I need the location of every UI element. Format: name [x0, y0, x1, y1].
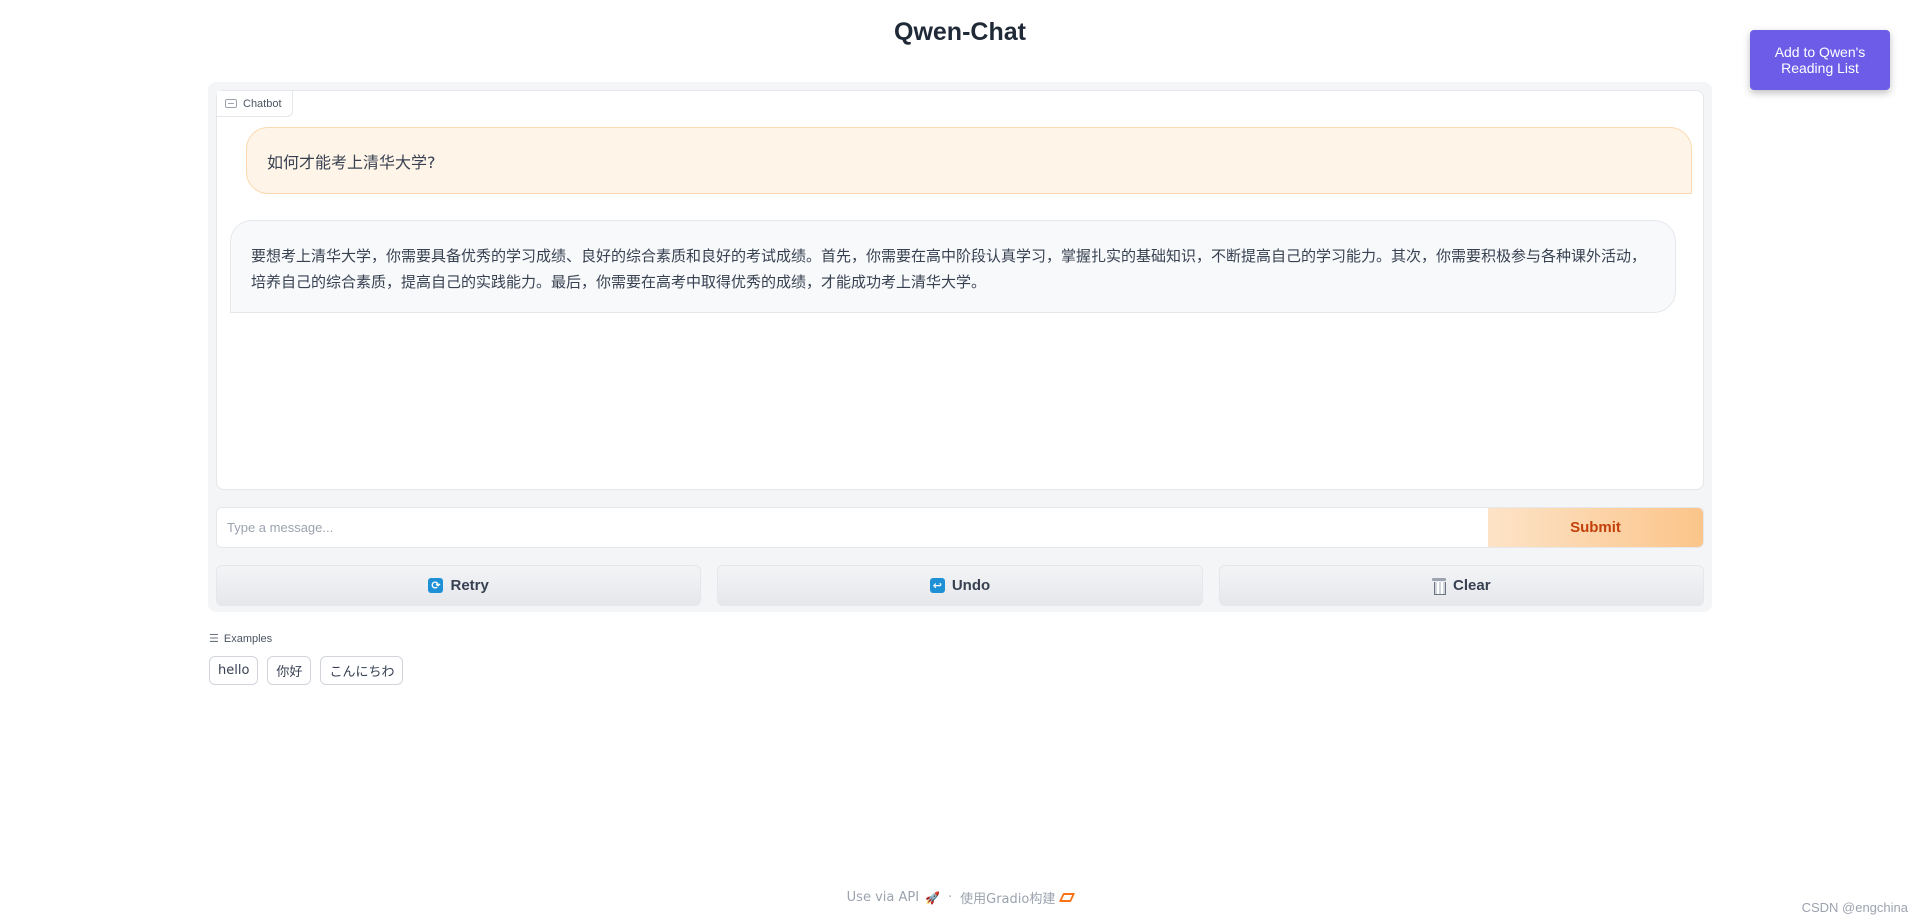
example-konnichiwa[interactable]: こんにちわ	[320, 656, 404, 685]
use-via-api-label: Use via API	[846, 890, 920, 905]
example-nihao[interactable]: 你好	[267, 656, 312, 685]
trash-icon	[1432, 577, 1447, 595]
chatbot-label: Chatbot	[217, 91, 293, 117]
watermark: CSDN @engchina	[1801, 900, 1908, 915]
list-icon: ☰	[209, 632, 219, 645]
chatbot-panel: Chatbot 如何才能考上清华大学? 要想考上清华大学，你需要具备优秀的学习成…	[216, 90, 1704, 490]
undo-icon: ↩	[929, 578, 945, 593]
add-to-reading-list-button[interactable]: Add to Qwen's Reading List	[1750, 30, 1890, 90]
use-via-api-link[interactable]: Use via API 🚀	[847, 890, 940, 905]
examples-label-text: Examples	[223, 632, 273, 645]
bot-message: 要想考上清华大学，你需要具备优秀的学习成绩、良好的综合素质和良好的考试成绩。首先…	[230, 220, 1676, 313]
clear-label: Clear	[1453, 577, 1491, 594]
undo-label: Undo	[951, 577, 991, 594]
action-buttons: ⟳ Retry ↩ Undo Clear	[216, 565, 1704, 606]
clear-button[interactable]: Clear	[1218, 565, 1704, 606]
footer: Use via API 🚀 · 使用Gradio构建	[0, 888, 1920, 907]
built-with-gradio-link[interactable]: 使用Gradio构建	[960, 888, 1076, 907]
gradio-logo-icon	[1059, 893, 1076, 902]
chat-icon	[225, 99, 237, 108]
page-title: Qwen-Chat	[894, 18, 1026, 46]
built-with-gradio-label: 使用Gradio构建	[960, 892, 1056, 907]
example-hello[interactable]: hello	[209, 656, 259, 685]
retry-label: Retry	[450, 577, 489, 594]
footer-separator: ·	[948, 890, 953, 905]
refresh-icon: ⟳	[428, 578, 444, 593]
user-message: 如何才能考上清华大学?	[246, 127, 1692, 194]
message-input-row: Submit	[216, 507, 1704, 548]
message-input[interactable]	[217, 508, 1488, 547]
undo-button[interactable]: ↩ Undo	[717, 565, 1203, 606]
submit-button[interactable]: Submit	[1488, 508, 1703, 547]
retry-button[interactable]: ⟳ Retry	[216, 565, 702, 606]
examples-list: hello 你好 こんにちわ	[209, 656, 404, 685]
examples-label: ☰ Examples	[209, 632, 272, 645]
rocket-icon: 🚀	[925, 890, 940, 905]
chatbot-label-text: Chatbot	[243, 97, 282, 110]
